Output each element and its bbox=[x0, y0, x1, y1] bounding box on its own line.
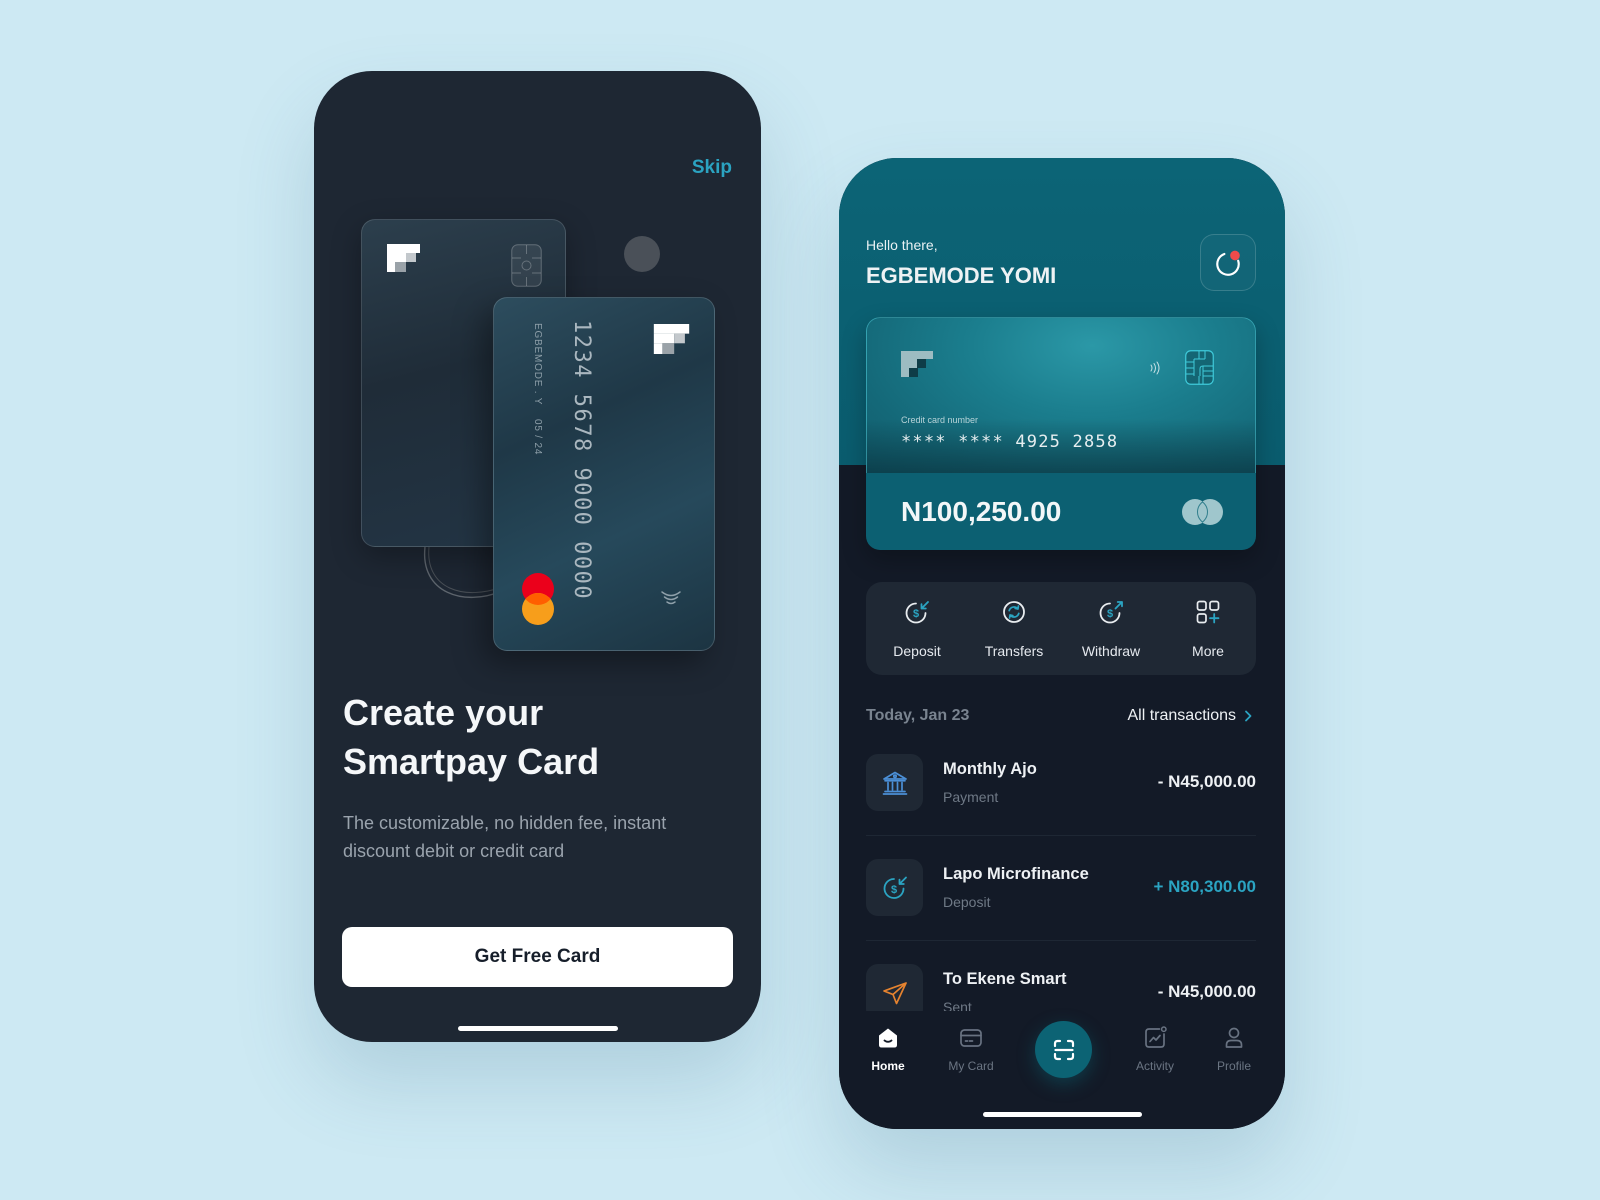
brand-logo-icon bbox=[901, 351, 933, 377]
home-icon bbox=[879, 1028, 897, 1048]
nav-activity[interactable]: Activity bbox=[1120, 1015, 1190, 1075]
deposit-label: Deposit bbox=[893, 643, 941, 659]
notifications-button[interactable] bbox=[1200, 234, 1256, 291]
transaction-icon-box: $ bbox=[866, 859, 923, 916]
withdraw-icon: $ bbox=[1099, 601, 1123, 624]
card-number: 1234 5678 9000 0000 bbox=[569, 320, 594, 601]
svg-text:$: $ bbox=[890, 883, 896, 895]
transaction-row[interactable]: To Ekene Smart Sent - N45,000.00 bbox=[866, 964, 1256, 1011]
card-number-label: Credit card number bbox=[901, 415, 979, 425]
skip-button[interactable]: Skip bbox=[692, 157, 732, 179]
onboarding-screen: Skip 1234 5678 9000 0000 EGBEMODE . Y 05… bbox=[314, 71, 761, 1042]
transaction-icon-box bbox=[866, 964, 923, 1011]
transactions-list[interactable]: Monthly Ajo Payment - N45,000.00 $ Lapo … bbox=[866, 754, 1256, 1011]
card-number: **** **** 4925 2858 bbox=[901, 432, 1119, 452]
all-transactions-link[interactable]: All transactions bbox=[1128, 706, 1255, 726]
transaction-title: Monthly Ajo bbox=[943, 760, 1037, 778]
nav-home-label: Home bbox=[871, 1059, 905, 1073]
balance-card[interactable]: Credit card number **** **** 4925 2858 N… bbox=[866, 317, 1256, 550]
brand-logo-icon bbox=[653, 324, 690, 354]
transactions-date: Today, Jan 23 bbox=[866, 707, 970, 724]
card-face: Credit card number **** **** 4925 2858 bbox=[866, 317, 1256, 473]
nav-home[interactable]: Home bbox=[853, 1015, 923, 1075]
nav-profile[interactable]: Profile bbox=[1199, 1015, 1269, 1075]
mastercard-logo-icon bbox=[522, 573, 554, 625]
transaction-title: To Ekene Smart bbox=[943, 970, 1067, 988]
transfers-label: Transfers bbox=[984, 643, 1044, 659]
contactless-icon bbox=[661, 591, 681, 605]
transaction-amount: - N45,000.00 bbox=[1157, 772, 1256, 791]
svg-text:$: $ bbox=[1107, 608, 1113, 620]
bank-icon bbox=[882, 771, 907, 795]
user-name: EGBEMODE YOMI bbox=[866, 263, 1057, 288]
quick-actions: $ Deposit Transfers $ Withdraw More bbox=[866, 582, 1256, 675]
send-icon bbox=[882, 981, 907, 1004]
transfer-icon bbox=[1003, 601, 1025, 623]
card-expiry: 05 / 24 bbox=[532, 419, 543, 456]
scan-button[interactable] bbox=[1035, 1021, 1092, 1078]
transfers-button[interactable]: Transfers bbox=[965, 582, 1062, 675]
transaction-type: Deposit bbox=[943, 894, 991, 910]
deposit-icon: $ bbox=[905, 601, 929, 624]
scan-icon bbox=[1053, 1039, 1074, 1060]
home-indicator bbox=[458, 1026, 618, 1031]
notification-icon bbox=[1216, 250, 1240, 276]
transaction-row[interactable]: $ Lapo Microfinance Deposit + N80,300.00 bbox=[866, 859, 1256, 964]
nav-my-card[interactable]: My Card bbox=[936, 1015, 1006, 1075]
card-icon bbox=[960, 1029, 982, 1047]
svg-text:$: $ bbox=[913, 608, 919, 620]
unread-dot bbox=[1230, 250, 1240, 260]
card-front-illustration: 1234 5678 9000 0000 EGBEMODE . Y 05 / 24 bbox=[493, 297, 715, 651]
transaction-row[interactable]: Monthly Ajo Payment - N45,000.00 bbox=[866, 754, 1256, 859]
contactless-icon bbox=[1150, 361, 1160, 375]
withdraw-label: Withdraw bbox=[1081, 643, 1141, 659]
activity-icon bbox=[1145, 1026, 1167, 1048]
card-holder-name: EGBEMODE . Y bbox=[532, 323, 543, 406]
transaction-title: Lapo Microfinance bbox=[943, 865, 1089, 883]
onboarding-subtitle: The customizable, no hidden fee, instant… bbox=[343, 813, 667, 861]
withdraw-button[interactable]: $ Withdraw bbox=[1062, 582, 1159, 675]
nav-activity-label: Activity bbox=[1135, 1059, 1174, 1073]
greeting-text: Hello there, bbox=[866, 237, 938, 253]
deposit-icon: $ bbox=[883, 876, 907, 899]
transaction-icon-box bbox=[866, 754, 923, 811]
account-balance: N100,250.00 bbox=[901, 496, 1062, 527]
chip-icon bbox=[511, 244, 542, 287]
profile-icon bbox=[1225, 1027, 1243, 1048]
brand-logo-icon bbox=[387, 244, 420, 272]
more-label: More bbox=[1192, 643, 1224, 659]
more-grid-icon bbox=[1196, 600, 1220, 624]
deposit-button[interactable]: $ Deposit bbox=[868, 582, 965, 675]
chip-icon bbox=[1185, 350, 1214, 385]
home-indicator bbox=[983, 1112, 1142, 1117]
onboarding-title: Create your Smartpay Card bbox=[343, 692, 600, 782]
get-free-card-button[interactable]: Get Free Card bbox=[342, 927, 733, 987]
nav-profile-label: Profile bbox=[1216, 1059, 1251, 1073]
transaction-amount: - N45,000.00 bbox=[1157, 982, 1256, 1001]
home-screen: Hello there, EGBEMODE YOMI Credit card n… bbox=[839, 158, 1285, 1129]
transaction-type: Sent bbox=[943, 999, 972, 1011]
card-balance-strip: N100,250.00 bbox=[866, 473, 1256, 550]
nav-my-card-label: My Card bbox=[948, 1059, 994, 1073]
mastercard-logo-icon bbox=[1182, 499, 1223, 525]
chevron-right-icon bbox=[1245, 710, 1252, 722]
transaction-amount: + N80,300.00 bbox=[1153, 877, 1256, 896]
more-button[interactable]: More bbox=[1159, 582, 1256, 675]
transaction-type: Payment bbox=[943, 789, 999, 805]
all-transactions-label: All transactions bbox=[1127, 707, 1237, 724]
decorative-circle bbox=[624, 236, 660, 272]
